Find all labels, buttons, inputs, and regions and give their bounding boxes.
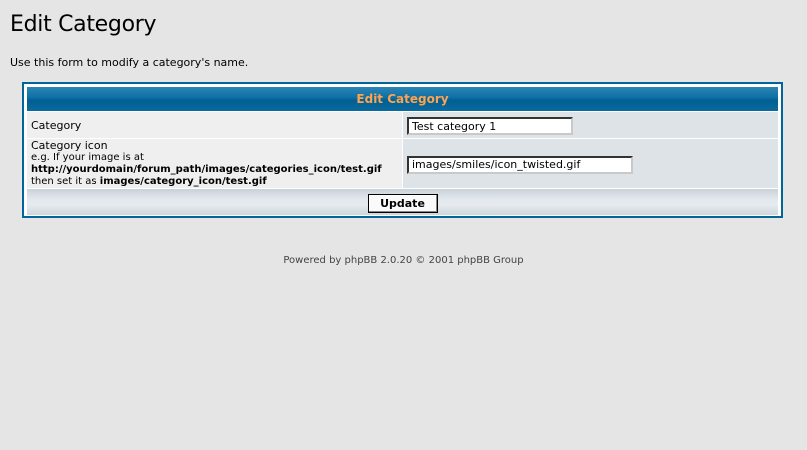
edit-category-form: Edit Category Category Category icon e.g… (22, 82, 783, 218)
category-icon-label-cell: Category icon e.g. If your image is at h… (27, 139, 402, 188)
form-header: Edit Category (27, 87, 778, 111)
hint-example-path: images/category_icon/test.gif (99, 176, 267, 187)
page-intro: Use this form to modify a category's nam… (10, 56, 249, 69)
form-footer: Update (27, 189, 778, 215)
category-icon-row: Category icon e.g. If your image is at h… (27, 139, 778, 188)
category-row: Category (27, 112, 778, 138)
category-icon-value-cell (403, 139, 778, 188)
hint-example-url: http://yourdomain/forum_path/images/cate… (31, 164, 382, 175)
category-icon-label: Category icon (31, 139, 108, 152)
category-icon-hint: e.g. If your image is at http://yourdoma… (31, 152, 402, 188)
category-value-cell (403, 112, 778, 138)
form-table: Edit Category Category Category icon e.g… (26, 86, 779, 216)
powered-by: Powered by phpBB 2.0.20 © 2001 phpBB Gro… (283, 255, 524, 266)
page-title: Edit Category (10, 12, 157, 37)
hint-middle: then set it as (31, 176, 100, 187)
hint-prefix: e.g. If your image is at (31, 152, 144, 163)
update-button[interactable]: Update (367, 193, 438, 213)
category-name-input[interactable] (407, 117, 573, 136)
category-icon-input[interactable] (407, 155, 633, 174)
category-label: Category (27, 112, 402, 138)
